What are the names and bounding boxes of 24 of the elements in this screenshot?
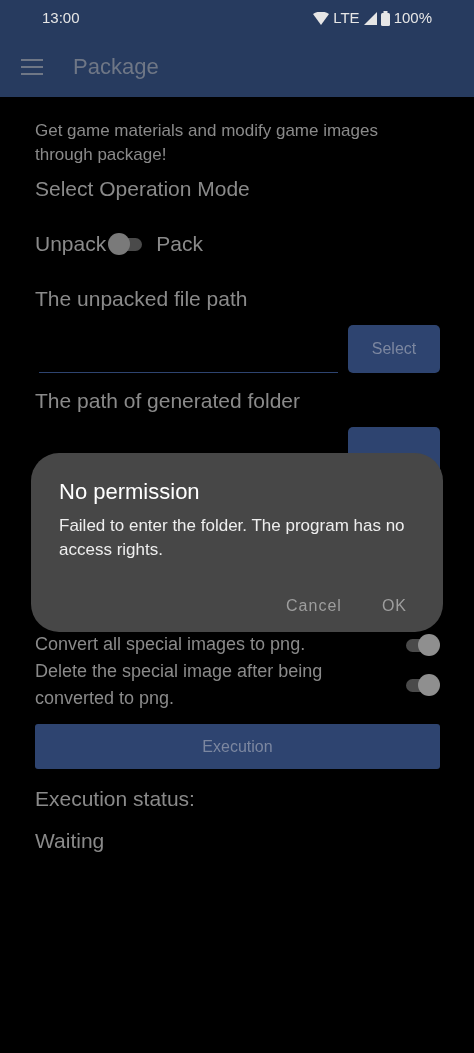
dialog-title: No permission bbox=[59, 478, 201, 506]
execute-button[interactable]: Execution bbox=[35, 724, 440, 769]
status-value: Waiting bbox=[35, 828, 106, 854]
section-heading: Select Operation Mode bbox=[35, 176, 251, 202]
intro-text: Get game materials and modify game images through package! bbox=[35, 120, 379, 166]
select-button[interactable]: Select bbox=[348, 325, 440, 373]
mode-label: Pack bbox=[156, 231, 203, 257]
status-label: Execution status: bbox=[35, 786, 196, 812]
option-label: Delete the special image after being converted to png. bbox=[35, 660, 324, 710]
path-label: The unpacked file path bbox=[35, 286, 249, 312]
path-label: The path of generated folder bbox=[35, 388, 302, 414]
battery-percent: 100% bbox=[393, 7, 432, 28]
status-time: 13:00 bbox=[42, 7, 80, 28]
app-title: Package bbox=[73, 53, 159, 81]
option-label: Convert all special images to png. bbox=[35, 633, 306, 656]
signal-icon bbox=[363, 11, 377, 25]
network-label: LTE bbox=[333, 7, 360, 28]
cancel-button[interactable]: Cancel bbox=[278, 590, 350, 622]
dialog-message: Failed to enter the folder. The program has no access rights. bbox=[59, 515, 406, 561]
ok-button[interactable]: OK bbox=[373, 590, 415, 622]
mode-label: Unpack bbox=[35, 231, 107, 257]
battery-icon bbox=[380, 10, 390, 26]
wifi-icon bbox=[313, 11, 330, 25]
menu-icon[interactable] bbox=[21, 58, 43, 75]
